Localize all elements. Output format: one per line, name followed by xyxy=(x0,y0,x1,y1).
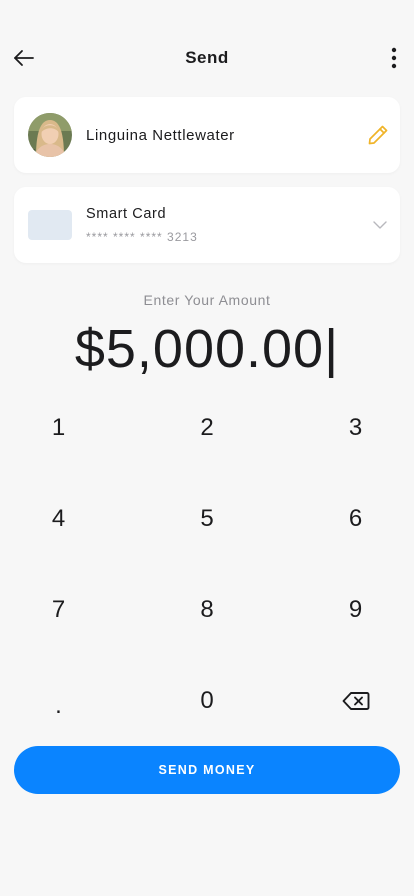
backspace-icon xyxy=(342,691,369,710)
key-3[interactable]: 3 xyxy=(297,382,414,473)
send-money-button[interactable]: SEND MONEY xyxy=(14,746,400,794)
page-title: Send xyxy=(185,48,229,67)
key-2[interactable]: 2 xyxy=(117,382,297,473)
key-decimal[interactable]: . xyxy=(0,655,117,746)
edit-recipient-button[interactable] xyxy=(366,123,390,147)
key-6[interactable]: 6 xyxy=(297,473,414,564)
payment-method-card[interactable]: Smart Card **** **** **** 3213 xyxy=(14,187,400,263)
key-4[interactable]: 4 xyxy=(0,473,117,564)
key-9[interactable]: 9 xyxy=(297,564,414,655)
key-8[interactable]: 8 xyxy=(117,564,297,655)
recipient-card[interactable]: Linguina Nettlewater xyxy=(14,97,400,173)
backspace-key[interactable] xyxy=(297,655,414,746)
pencil-icon xyxy=(368,125,388,145)
recipient-name: Linguina Nettlewater xyxy=(86,127,235,144)
key-0[interactable]: 0 xyxy=(117,655,297,746)
amount-label: Enter Your Amount xyxy=(143,292,271,308)
amount-display[interactable]: $5,000.00| xyxy=(0,318,414,380)
top-bar: Send xyxy=(0,36,414,80)
key-7[interactable]: 7 xyxy=(0,564,117,655)
chevron-down-icon xyxy=(373,221,387,229)
card-number: **** **** **** 3213 xyxy=(86,230,198,244)
card-name: Smart Card xyxy=(86,206,167,222)
number-keypad: 1 2 3 4 5 6 7 8 9 . 0 xyxy=(0,382,414,746)
more-vertical-icon xyxy=(391,47,397,69)
card-dropdown-button[interactable] xyxy=(372,217,388,233)
card-thumbnail xyxy=(28,210,72,240)
key-1[interactable]: 1 xyxy=(0,382,117,473)
key-5[interactable]: 5 xyxy=(117,473,297,564)
avatar xyxy=(28,113,72,157)
more-options-button[interactable] xyxy=(380,42,408,74)
